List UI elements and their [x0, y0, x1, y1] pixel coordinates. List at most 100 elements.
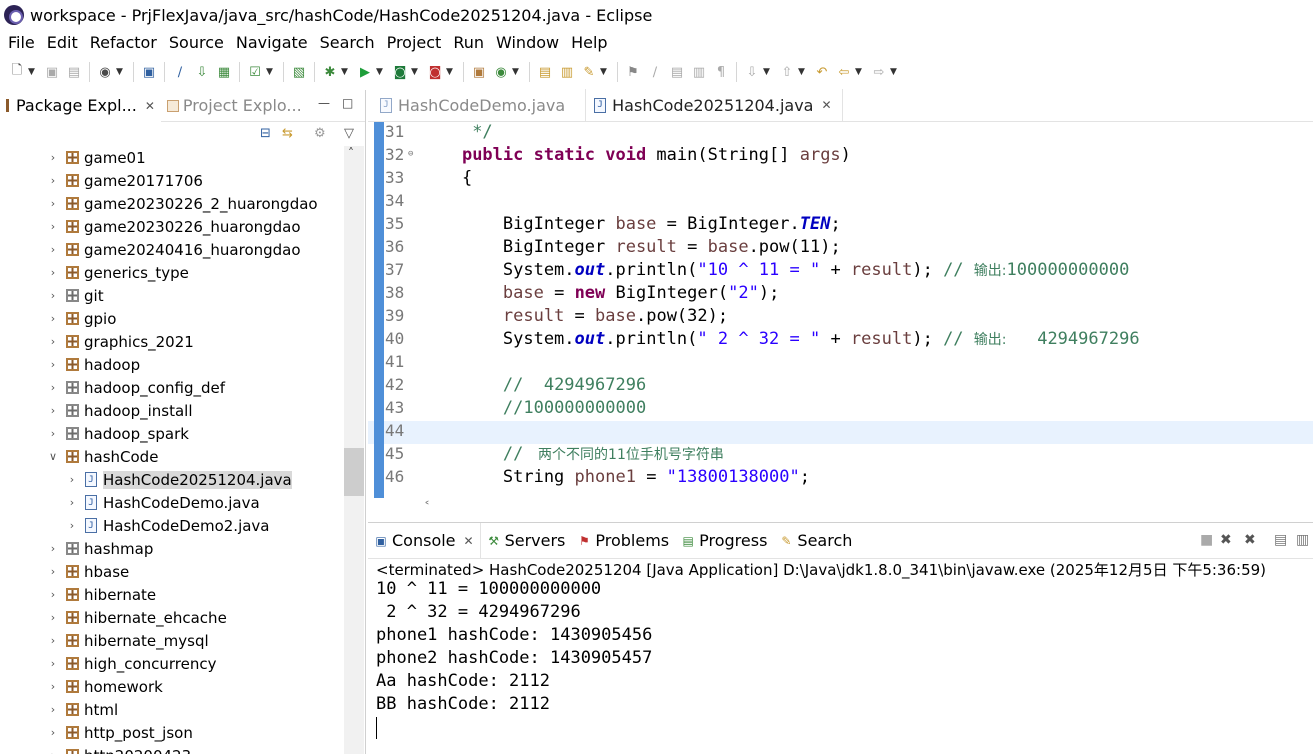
new-class-dropdown-icon[interactable]: ▼	[512, 67, 521, 77]
save-all-icon[interactable]: ▤	[65, 63, 83, 81]
debug-icon[interactable]: ✱	[321, 63, 339, 81]
chevron-right-icon[interactable]: ›	[46, 358, 60, 371]
code-line[interactable]: 40 System.out.println(" 2 ^ 32 = " + res…	[368, 329, 1313, 352]
scroll-thumb[interactable]	[344, 448, 364, 496]
menu-navigate[interactable]: Navigate	[230, 33, 314, 52]
chevron-right-icon[interactable]: ›	[46, 565, 60, 578]
menu-edit[interactable]: Edit	[41, 33, 84, 52]
code-line[interactable]: 32 ⊖ public static void main(String[] arg…	[368, 145, 1313, 168]
code-line[interactable]: 34	[368, 191, 1313, 214]
chevron-down-icon[interactable]: ∨	[46, 450, 60, 463]
new-java-project-icon[interactable]: ▣	[470, 63, 488, 81]
tab-package-explorer[interactable]: Package Expl... ✕	[0, 89, 161, 122]
tree-item-package[interactable]: › generics_type	[46, 261, 189, 284]
tasks-dropdown-icon[interactable]: ▼	[266, 67, 275, 77]
tree-item-package[interactable]: › hadoop	[46, 353, 140, 376]
code-area[interactable]: 31 */32 ⊖ public static void main(String[…	[368, 122, 1313, 498]
collapse-all-icon[interactable]: ⊟	[260, 126, 271, 141]
tree-item-java-file[interactable]: › J HashCode20251204.java	[65, 468, 292, 491]
console-view-icon[interactable]: ▣	[140, 63, 158, 81]
menu-refactor[interactable]: Refactor	[84, 33, 163, 52]
new-class-icon[interactable]: ◉	[492, 63, 510, 81]
tree-item-package[interactable]: › html	[46, 698, 118, 721]
chevron-right-icon[interactable]: ›	[46, 220, 60, 233]
close-icon[interactable]: ✕	[464, 534, 474, 548]
tree-item-package[interactable]: › http20200423	[46, 744, 191, 754]
tree-item-package[interactable]: › graphics_2021	[46, 330, 194, 353]
tree-item-package[interactable]: › hibernate	[46, 583, 156, 606]
open-task-icon[interactable]: ▥	[558, 63, 576, 81]
tree-item-java-file[interactable]: › J HashCodeDemo2.java	[65, 514, 270, 537]
show-whitespace-icon[interactable]: ¶	[712, 63, 730, 81]
code-line[interactable]: 35 BigInteger base = BigInteger.TEN;	[368, 214, 1313, 237]
skip-breakpoints-icon[interactable]: ∕	[171, 63, 189, 81]
menu-window[interactable]: Window	[490, 33, 565, 52]
previous-annotation-icon[interactable]: ⇧	[778, 63, 796, 81]
maximize-icon[interactable]: □	[342, 96, 353, 110]
tab-hashcodedemo-java[interactable]: J HashCodeDemo.java	[372, 89, 575, 121]
chevron-right-icon[interactable]: ›	[46, 427, 60, 440]
chevron-right-icon[interactable]: ›	[46, 381, 60, 394]
build-icon[interactable]: ⇩	[193, 63, 211, 81]
coverage-icon[interactable]: ◙	[391, 63, 409, 81]
tree-item-package[interactable]: › hbase	[46, 560, 129, 583]
fold-collapse-icon[interactable]: ⊖	[408, 149, 413, 159]
chevron-right-icon[interactable]: ›	[46, 657, 60, 670]
chevron-right-icon[interactable]: ›	[65, 496, 79, 509]
scroll-up-icon[interactable]: ˄	[348, 146, 354, 160]
menu-search[interactable]: Search	[314, 33, 381, 52]
chevron-right-icon[interactable]: ›	[46, 703, 60, 716]
chevron-right-icon[interactable]: ›	[46, 542, 60, 555]
close-icon[interactable]: ✕	[821, 98, 831, 112]
menu-help[interactable]: Help	[565, 33, 613, 52]
tab-servers[interactable]: ⚒ Servers	[481, 523, 572, 559]
code-line[interactable]: 45 // 两个不同的11位手机号字符串	[368, 444, 1313, 467]
toggle-mark-icon[interactable]: ⚑	[624, 63, 642, 81]
terminate-icon[interactable]: ■	[1200, 532, 1213, 548]
filters-icon[interactable]: ⚙	[314, 126, 326, 141]
tab-console[interactable]: ▣ Console ✕	[368, 522, 481, 559]
tree-item-package[interactable]: ∨ hashCode	[46, 445, 158, 468]
word-wrap-icon[interactable]: ▥	[690, 63, 708, 81]
next-annotation-icon[interactable]: ⇩	[743, 63, 761, 81]
chevron-right-icon[interactable]: ›	[46, 289, 60, 302]
menu-file[interactable]: File	[2, 33, 41, 52]
account-icon[interactable]: ◉	[96, 63, 114, 81]
new-icon[interactable]: 🗋	[8, 63, 26, 81]
previous-annotation-dropdown-icon[interactable]: ▼	[798, 67, 807, 77]
tree-item-java-file[interactable]: › J HashCodeDemo.java	[65, 491, 260, 514]
code-line[interactable]: 44	[368, 421, 1313, 444]
tree-item-package[interactable]: › hibernate_mysql	[46, 629, 209, 652]
tree-item-package[interactable]: › homework	[46, 675, 163, 698]
tasks-icon[interactable]: ☑	[246, 63, 264, 81]
external-tools-dropdown-icon[interactable]: ▼	[446, 67, 455, 77]
menu-run[interactable]: Run	[447, 33, 490, 52]
clear-console-icon[interactable]: ▤	[1274, 532, 1287, 548]
account-dropdown-icon[interactable]: ▼	[116, 67, 125, 77]
coverage-dropdown-icon[interactable]: ▼	[411, 67, 420, 77]
menu-project[interactable]: Project	[381, 33, 448, 52]
chevron-right-icon[interactable]: ›	[46, 243, 60, 256]
tab-project-explorer[interactable]: Project Explo...	[161, 90, 308, 122]
code-line[interactable]: 39 result = base.pow(32);	[368, 306, 1313, 329]
code-line[interactable]: 46 String phone1 = "13800138000";	[368, 467, 1313, 490]
chevron-right-icon[interactable]: ›	[46, 588, 60, 601]
back-icon[interactable]: ⇦	[835, 63, 853, 81]
scroll-lock-icon[interactable]: ▥	[1296, 532, 1309, 548]
chevron-right-icon[interactable]: ›	[46, 726, 60, 739]
code-line[interactable]: 37 System.out.println("10 ^ 11 = " + res…	[368, 260, 1313, 283]
chevron-right-icon[interactable]: ›	[65, 473, 79, 486]
tab-problems[interactable]: ⚑ Problems	[571, 523, 675, 559]
link-with-editor-icon[interactable]: ⇆	[282, 126, 293, 141]
minimize-icon[interactable]: —	[318, 96, 330, 110]
chevron-right-icon[interactable]: ›	[46, 680, 60, 693]
tree-item-package[interactable]: › game20230226_huarongdao	[46, 215, 301, 238]
view-menu-icon[interactable]: ▽	[344, 126, 354, 141]
chevron-right-icon[interactable]: ›	[46, 174, 60, 187]
forward-icon[interactable]: ⇨	[870, 63, 888, 81]
tree-vertical-scrollbar[interactable]: ˄	[344, 146, 364, 754]
chevron-right-icon[interactable]: ›	[65, 519, 79, 532]
debug-dropdown-icon[interactable]: ▼	[341, 67, 350, 77]
tree-item-package[interactable]: › game20171706	[46, 169, 203, 192]
tree-item-package[interactable]: › hadoop_spark	[46, 422, 189, 445]
